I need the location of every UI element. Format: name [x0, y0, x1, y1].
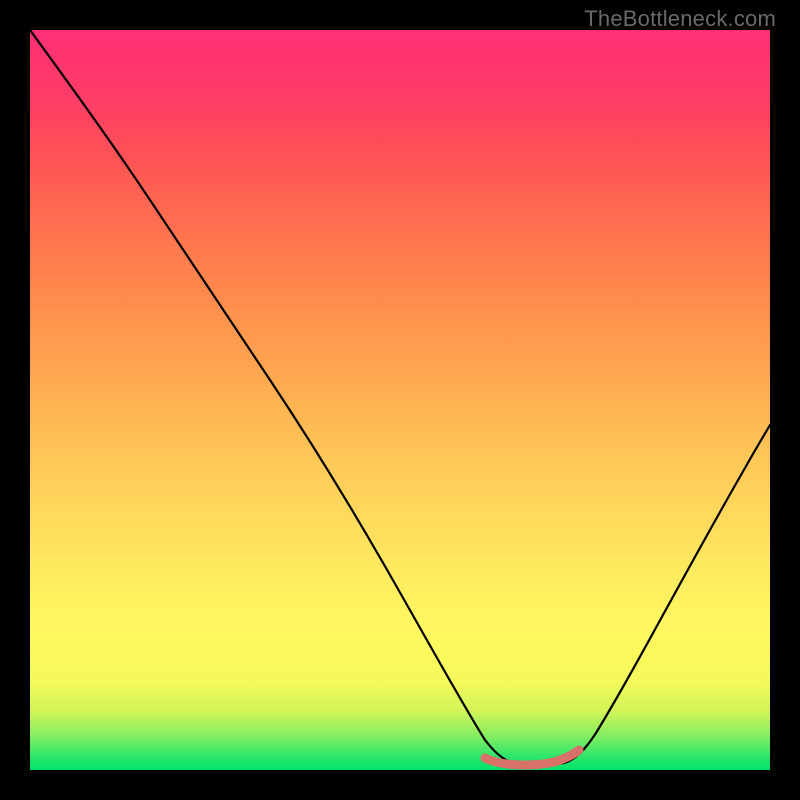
chart-svg: [30, 30, 770, 770]
watermark-text: TheBottleneck.com: [584, 6, 776, 32]
curve-line: [30, 30, 770, 765]
chart-frame: TheBottleneck.com: [0, 0, 800, 800]
plot-area: [30, 30, 770, 770]
optimal-range-marker: [485, 750, 579, 765]
